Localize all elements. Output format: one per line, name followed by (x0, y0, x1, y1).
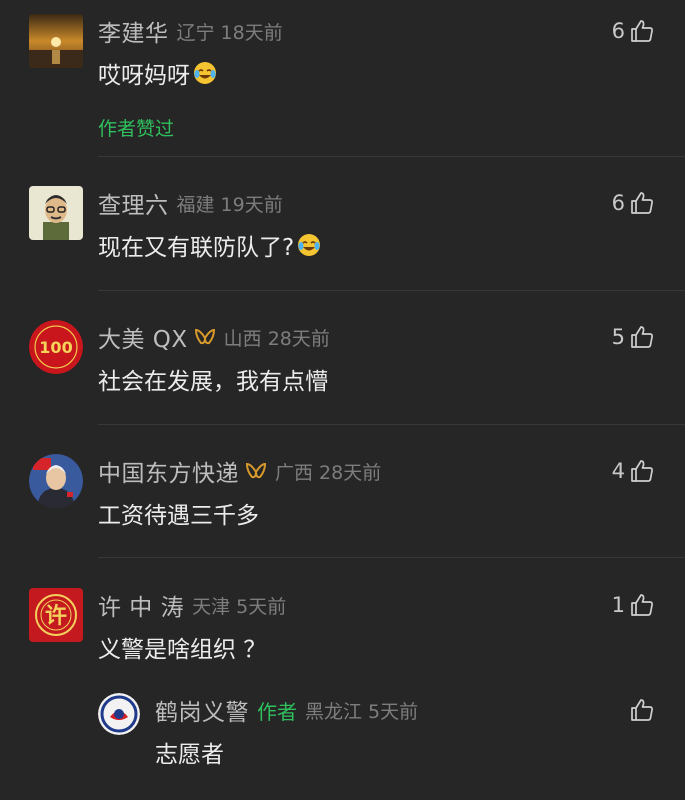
like-count: 5 (611, 325, 625, 349)
reply-text: 志愿者 (155, 742, 224, 768)
like-count: 4 (611, 459, 625, 483)
comment-text: 义警是啥组织 ？ (98, 637, 267, 663)
user-name[interactable]: 查理六 (98, 186, 169, 220)
avatar-red-seal[interactable]: 许 (29, 588, 83, 642)
comment-text: 现在又有联防队了? (98, 235, 295, 261)
avatar-police-badge[interactable] (98, 693, 140, 735)
user-name[interactable]: 李建华 (98, 14, 169, 48)
thumbs-up-icon (631, 20, 653, 42)
user-region: 辽宁 (176, 21, 215, 44)
comment-content[interactable]: 哎呀妈呀 (98, 56, 218, 90)
comment-content[interactable]: 义警是啥组织 ？ (98, 630, 266, 664)
divider (98, 424, 685, 425)
comment-time: 19天前 (220, 193, 283, 216)
thumbs-up-icon (631, 699, 653, 721)
laughing-tears-emoji-icon (298, 234, 321, 256)
avatar-red-emblem[interactable]: 100 (29, 320, 83, 374)
user-region: 山西 (223, 327, 262, 350)
thumbs-up-icon (631, 192, 653, 214)
user-name[interactable]: 许 中 涛 (98, 588, 184, 622)
user-region: 广西 (275, 461, 314, 484)
avatar-text: 许 (45, 603, 67, 629)
comment-meta: 大美 QX 山西 28天前 (98, 320, 330, 354)
comment-meta: 李建华 辽宁 18天前 (98, 14, 283, 48)
thumbs-up-icon (631, 594, 653, 616)
comment-time: 18天前 (220, 21, 283, 44)
user-name[interactable]: 中国东方快递 (98, 454, 239, 488)
like-button[interactable]: 6 (612, 14, 655, 48)
comment-meta: 中国东方快递 广西 28天前 (98, 454, 381, 488)
reply-content[interactable]: 志愿者 (155, 735, 224, 769)
author-tag: 作者 (257, 699, 297, 724)
like-count: 6 (611, 19, 625, 43)
divider (98, 557, 685, 558)
avatar-portrait[interactable] (29, 454, 83, 508)
divider (98, 290, 685, 291)
creator-badge-icon (194, 328, 215, 345)
comment-text: 哎呀妈呀 (98, 63, 190, 89)
like-count: 6 (611, 191, 625, 215)
like-button[interactable]: 4 (612, 454, 655, 488)
comment-text: 社会在发展，我有点懵 (98, 369, 328, 395)
comment-content[interactable]: 现在又有联防队了? (98, 228, 322, 262)
comment-time: 28天前 (267, 327, 330, 350)
user-region: 天津 (192, 595, 231, 618)
comment-content[interactable]: 社会在发展，我有点懵 (98, 362, 328, 396)
comment-time: 28天前 (319, 461, 382, 484)
user-name[interactable]: 大美 QX (98, 320, 188, 354)
thumbs-up-icon (631, 460, 653, 482)
reply-meta: 鹤岗义警 作者 黑龙江 5天前 (155, 693, 418, 727)
comment-time: 5天前 (368, 700, 419, 723)
like-button[interactable]: 5 (612, 320, 655, 354)
like-count: 1 (611, 593, 625, 617)
thumbs-up-icon (631, 326, 653, 348)
avatar-sunset[interactable] (29, 14, 83, 68)
like-button[interactable] (629, 693, 655, 727)
laughing-tears-emoji-icon (194, 62, 216, 84)
comment-content[interactable]: 工资待遇三千多 (98, 496, 259, 530)
user-name[interactable]: 鹤岗义警 (155, 693, 249, 727)
avatar-cartoon[interactable] (29, 186, 83, 240)
comment-time: 5天前 (236, 595, 287, 618)
comment-meta: 查理六 福建 19天前 (98, 186, 283, 220)
creator-badge-icon (245, 462, 267, 479)
like-button[interactable]: 6 (612, 186, 655, 220)
comment-meta: 许 中 涛 天津 5天前 (98, 588, 286, 622)
divider (98, 156, 685, 157)
author-liked-label: 作者赞过 (98, 118, 175, 140)
user-region: 福建 (176, 193, 215, 216)
user-region: 黑龙江 (305, 700, 363, 723)
avatar-text: 100 (39, 338, 72, 357)
like-button[interactable]: 1 (612, 588, 655, 622)
comment-text: 工资待遇三千多 (98, 503, 259, 529)
